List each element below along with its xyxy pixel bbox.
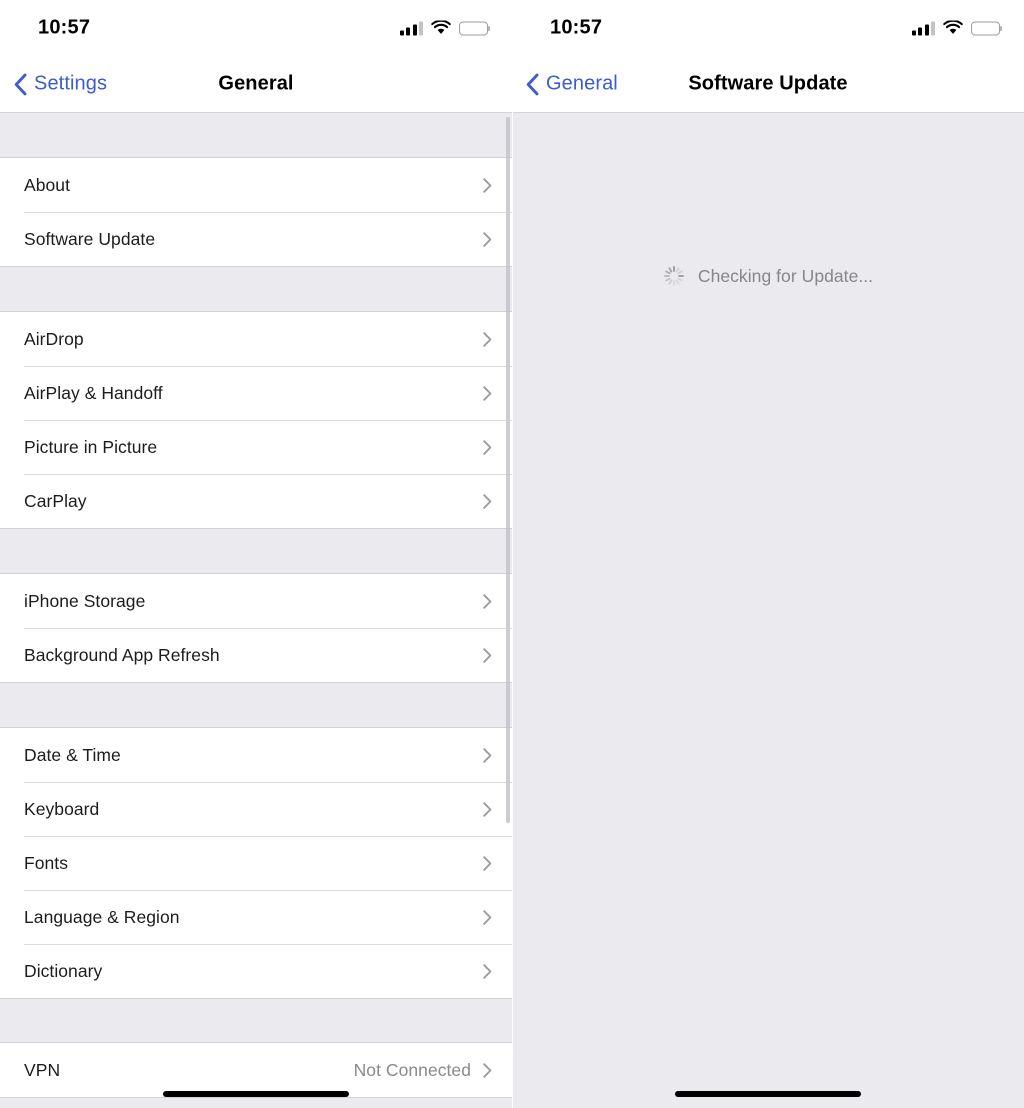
settings-group-info: About Software Update (0, 157, 512, 267)
page-title-software-update: Software Update (688, 72, 848, 95)
right-phone-panel: 10:57 General Software Update Checking f… (512, 0, 1024, 1108)
status-time: 10:57 (38, 16, 91, 39)
panel-divider (512, 0, 513, 1108)
row-label: Fonts (24, 852, 69, 873)
chevron-right-icon (483, 647, 492, 663)
section-gap-1 (0, 267, 512, 311)
dual-phone-screenshot: 10:57 Settings General About Software Up… (0, 0, 1024, 1108)
row-accessory (483, 963, 512, 979)
status-icons (399, 20, 491, 36)
chevron-right-icon (483, 385, 492, 401)
home-indicator-left[interactable] (163, 1091, 349, 1097)
cellular-signal-icon (911, 21, 935, 36)
vpn-status-value: Not Connected (353, 1059, 471, 1080)
settings-group-vpn: VPN Not Connected (0, 1042, 512, 1098)
settings-row-language-region[interactable]: Language & Region (0, 890, 512, 944)
settings-row-picture-in-picture[interactable]: Picture in Picture (0, 420, 512, 474)
wifi-icon (431, 20, 451, 34)
row-accessory: Not Connected (354, 1060, 512, 1081)
left-phone-panel: 10:57 Settings General About Software Up… (0, 0, 512, 1108)
chevron-right-icon (483, 747, 492, 763)
nav-bar-left: Settings General (0, 56, 512, 113)
row-accessory (483, 909, 512, 925)
battery-icon (971, 21, 1003, 35)
settings-row-dictionary[interactable]: Dictionary (0, 944, 512, 998)
activity-spinner-icon (663, 266, 684, 286)
list-top-gap (0, 113, 512, 157)
row-label: CarPlay (24, 490, 87, 511)
row-label: iPhone Storage (24, 590, 146, 611)
checking-for-update-status: Checking for Update... (512, 265, 1024, 287)
chevron-right-icon (483, 331, 492, 347)
status-icons (911, 20, 1003, 36)
status-bar-right: 10:57 (512, 0, 1024, 56)
chevron-right-icon (483, 1062, 492, 1078)
settings-row-date-time[interactable]: Date & Time (0, 728, 512, 782)
settings-row-software-update[interactable]: Software Update (0, 212, 512, 266)
settings-row-iphone-storage[interactable]: iPhone Storage (0, 574, 512, 628)
chevron-right-icon (483, 855, 492, 871)
row-label: Software Update (24, 228, 156, 249)
row-label: Keyboard (24, 798, 100, 819)
row-label: About (24, 174, 70, 195)
chevron-right-icon (483, 909, 492, 925)
settings-row-airplay-handoff[interactable]: AirPlay & Handoff (0, 366, 512, 420)
settings-row-airdrop[interactable]: AirDrop (0, 312, 512, 366)
row-label: VPN (24, 1059, 61, 1080)
chevron-right-icon (483, 177, 492, 193)
cellular-signal-icon (399, 21, 423, 36)
chevron-right-icon (483, 231, 492, 247)
row-label: Language & Region (24, 906, 180, 927)
home-indicator-right[interactable] (675, 1091, 861, 1097)
chevron-right-icon (483, 801, 492, 817)
settings-row-fonts[interactable]: Fonts (0, 836, 512, 890)
settings-group-localization: Date & Time Keyboard Fonts Language & Re… (0, 727, 512, 999)
section-gap-4 (0, 999, 512, 1042)
settings-row-keyboard[interactable]: Keyboard (0, 782, 512, 836)
software-update-body: Checking for Update... (512, 113, 1024, 1108)
page-title-general: General (218, 72, 294, 95)
chevron-right-icon (483, 963, 492, 979)
settings-row-about[interactable]: About (0, 158, 512, 212)
settings-group-connectivity: AirDrop AirPlay & Handoff Picture in Pic… (0, 311, 512, 529)
nav-bar-right: General Software Update (512, 56, 1024, 113)
settings-list-general: About Software Update AirDrop AirPlay & … (0, 113, 512, 1108)
row-label: Background App Refresh (24, 644, 220, 665)
chevron-right-icon (483, 493, 492, 509)
chevron-right-icon (483, 593, 492, 609)
settings-group-storage: iPhone Storage Background App Refresh (0, 573, 512, 683)
wifi-icon (943, 20, 963, 34)
row-label: Dictionary (24, 960, 103, 981)
row-label: Date & Time (24, 744, 121, 765)
checking-for-update-label: Checking for Update... (697, 265, 874, 286)
row-label: Picture in Picture (24, 436, 158, 457)
status-time: 10:57 (550, 16, 603, 39)
section-gap-3 (0, 683, 512, 727)
status-bar-left: 10:57 (0, 0, 512, 56)
section-gap-2 (0, 529, 512, 573)
settings-row-carplay[interactable]: CarPlay (0, 474, 512, 528)
vertical-scrollbar[interactable] (505, 117, 510, 823)
row-label: AirPlay & Handoff (24, 382, 163, 403)
chevron-right-icon (483, 439, 492, 455)
row-label: AirDrop (24, 328, 84, 349)
settings-row-vpn[interactable]: VPN Not Connected (0, 1043, 512, 1097)
settings-row-background-app-refresh[interactable]: Background App Refresh (0, 628, 512, 682)
battery-icon (459, 21, 491, 35)
row-accessory (483, 855, 512, 871)
